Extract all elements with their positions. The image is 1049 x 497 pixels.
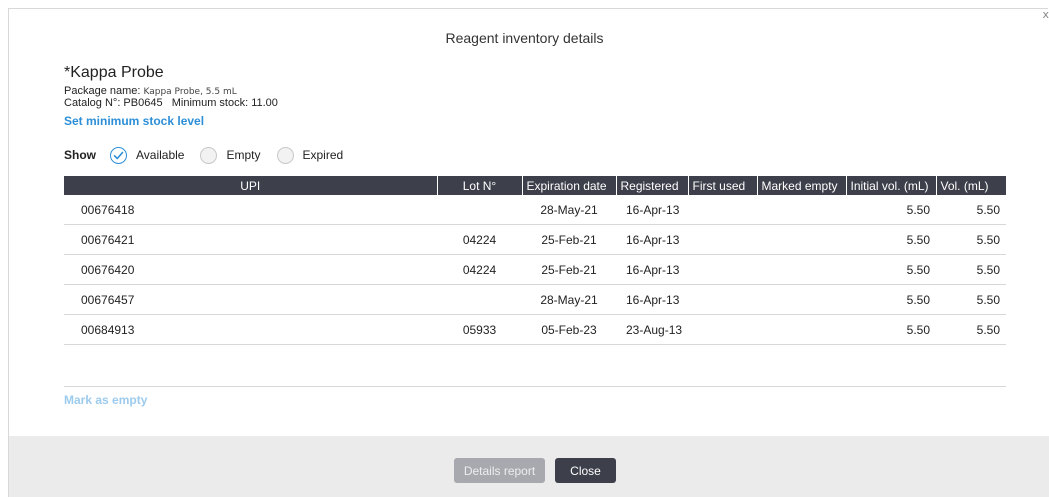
inventory-table: UPI Lot N° Expiration date Registered Fi… — [64, 176, 1006, 345]
radio-unchecked-icon — [200, 146, 218, 164]
divider — [64, 386, 1006, 387]
vol-cell: 5.50 — [936, 284, 1006, 315]
initial-vol-cell: 5.50 — [846, 224, 936, 255]
table-row[interactable]: 00676421 04224 25-Feb-21 16-Apr-13 5.50 5.50 — [64, 224, 1006, 255]
first-used-cell — [688, 284, 757, 315]
marked-empty-cell — [757, 224, 846, 255]
set-minimum-stock-link[interactable]: Set minimum stock level — [64, 114, 204, 128]
package-name-value: Kappa Probe, 5.5 mL — [143, 87, 237, 97]
details-report-button[interactable]: Details report — [454, 458, 545, 483]
registered-cell: 16-Apr-13 — [616, 284, 688, 315]
initial-vol-cell: 5.50 — [846, 254, 936, 285]
lot-cell: 05933 — [437, 314, 522, 345]
filter-expired-label: Expired — [302, 148, 344, 162]
vol-cell: 5.50 — [936, 195, 1006, 225]
catalog-line: Catalog N°: PB0645 Minimum stock: 11.00 — [64, 97, 278, 109]
lot-cell — [437, 284, 522, 315]
upi-cell: 00676421 — [64, 224, 437, 255]
registered-cell: 16-Apr-13 — [616, 224, 688, 255]
table-row[interactable]: 00676420 04224 25-Feb-21 16-Apr-13 5.50 5.50 — [64, 254, 1006, 285]
table-row[interactable]: 00684913 05933 05-Feb-23 23-Aug-13 5.50 5.50 — [64, 314, 1006, 345]
filter-expired-radio[interactable]: Expired — [276, 146, 344, 164]
initial-vol-cell: 5.50 — [846, 284, 936, 315]
dialog-footer: Details report Close — [9, 436, 1049, 497]
lot-cell: 04224 — [437, 254, 522, 285]
marked-empty-cell — [757, 195, 846, 225]
show-filter: Show Available Empty Expired — [64, 145, 359, 165]
first-used-cell — [688, 314, 757, 345]
registered-cell: 23-Aug-13 — [616, 314, 688, 345]
table-header-row: UPI Lot N° Expiration date Registered Fi… — [64, 176, 1006, 195]
vol-cell: 5.50 — [936, 314, 1006, 345]
vol-cell: 5.50 — [936, 254, 1006, 285]
registered-cell: 16-Apr-13 — [616, 195, 688, 225]
expiration-cell: 28-May-21 — [522, 195, 616, 225]
filter-empty-radio[interactable]: Empty — [200, 146, 261, 164]
column-header-lot[interactable]: Lot N° — [436, 176, 522, 195]
marked-empty-cell — [757, 254, 846, 285]
expiration-cell: 25-Feb-21 — [522, 224, 616, 255]
filter-available-label: Available — [136, 148, 185, 162]
first-used-cell — [688, 195, 757, 225]
column-header-vol[interactable]: Vol. (mL) — [935, 176, 1006, 195]
expiration-cell: 25-Feb-21 — [522, 254, 616, 285]
close-icon[interactable]: x — [1042, 8, 1049, 21]
column-header-initial-vol[interactable]: Initial vol. (mL) — [845, 176, 936, 195]
marked-empty-cell — [757, 284, 846, 315]
column-header-upi[interactable]: UPI — [64, 176, 437, 195]
expiration-cell: 05-Feb-23 — [522, 314, 616, 345]
first-used-cell — [688, 224, 757, 255]
radio-unchecked-icon — [276, 146, 294, 164]
upi-cell: 00684913 — [64, 314, 437, 345]
upi-cell: 00676420 — [64, 254, 437, 285]
vol-cell: 5.50 — [936, 224, 1006, 255]
show-label: Show — [64, 148, 96, 162]
dialog-title: Reagent inventory details — [445, 30, 604, 46]
filter-empty-label: Empty — [226, 148, 261, 162]
upi-cell: 00676418 — [64, 195, 437, 225]
column-header-expiration[interactable]: Expiration date — [521, 176, 616, 195]
first-used-cell — [688, 254, 757, 285]
close-button[interactable]: Close — [555, 458, 616, 483]
expiration-cell: 28-May-21 — [522, 284, 616, 315]
initial-vol-cell: 5.50 — [846, 195, 936, 225]
table-row[interactable]: 00676457 28-May-21 16-Apr-13 5.50 5.50 — [64, 284, 1006, 315]
lot-cell — [437, 195, 522, 225]
initial-vol-cell: 5.50 — [846, 314, 936, 345]
package-name-label: Package name: — [64, 85, 141, 97]
mark-as-empty-link[interactable]: Mark as empty — [64, 393, 147, 407]
registered-cell: 16-Apr-13 — [616, 254, 688, 285]
table-row[interactable]: 00676418 28-May-21 16-Apr-13 5.50 5.50 — [64, 195, 1006, 225]
column-header-registered[interactable]: Registered — [615, 176, 688, 195]
check-icon — [110, 146, 127, 164]
marked-empty-cell — [757, 314, 846, 345]
filter-available-radio[interactable]: Available — [110, 146, 185, 164]
column-header-marked-empty[interactable]: Marked empty — [756, 176, 846, 195]
package-name-line: Package name: Kappa Probe, 5.5 mL — [64, 85, 237, 97]
reagent-name: *Kappa Probe — [64, 64, 164, 81]
upi-cell: 00676457 — [64, 284, 437, 315]
column-header-first-used[interactable]: First used — [687, 176, 757, 195]
lot-cell: 04224 — [437, 224, 522, 255]
